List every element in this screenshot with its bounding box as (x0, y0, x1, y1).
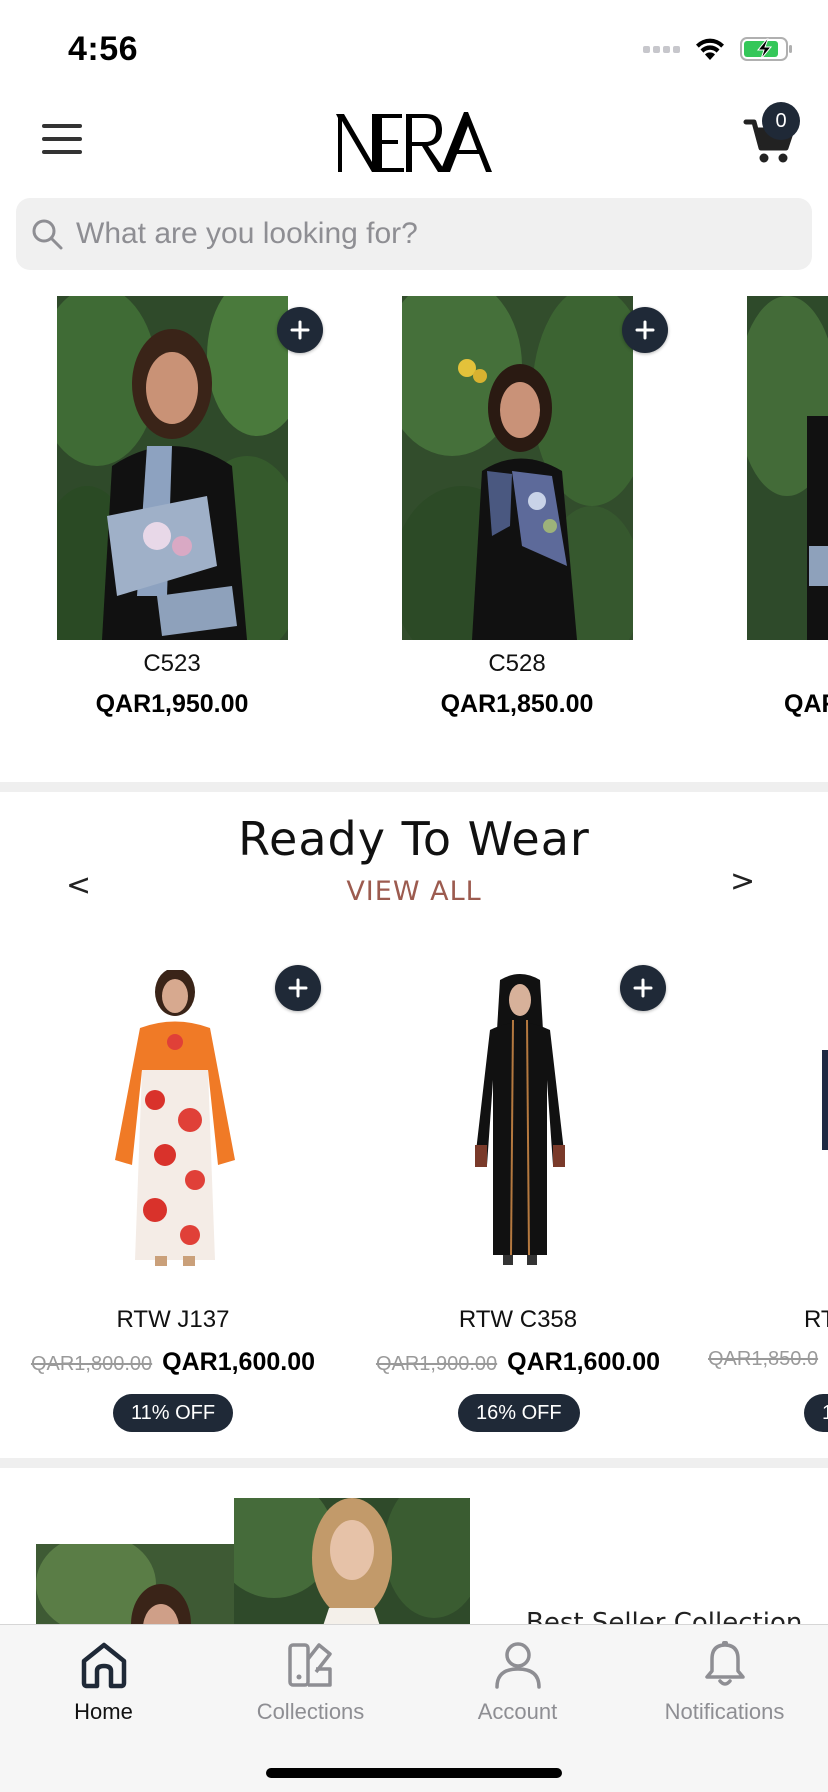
product-card[interactable]: C523 QAR1,950.00 (22, 292, 323, 732)
tab-label: Home (74, 1699, 133, 1724)
sale-price: QAR1,600.00 (507, 1348, 661, 1376)
bell-icon (704, 1641, 745, 1686)
add-to-cart-button[interactable] (622, 307, 668, 353)
best-seller-title: Best Seller Collection (526, 1608, 803, 1624)
hamburger-icon (42, 124, 82, 128)
plus-icon (290, 320, 310, 340)
product-card[interactable]: RTW J137 QAR1,800.00 QAR1,600.00 11% OFF (0, 950, 346, 1440)
tab-account[interactable]: Account (414, 1639, 621, 1725)
add-to-cart-button[interactable] (620, 965, 666, 1011)
battery-charging-icon (740, 37, 792, 61)
tab-notifications[interactable]: Notifications (621, 1639, 828, 1725)
product-card[interactable]: C528 QAR1,850.00 (367, 292, 668, 732)
section-divider (0, 1458, 828, 1468)
plus-icon (635, 320, 655, 340)
original-price: QAR1,800.00 (30, 1353, 153, 1375)
section-divider (0, 782, 828, 792)
search-bar[interactable] (16, 198, 812, 270)
tab-label: Account (477, 1699, 558, 1724)
product-name: C528 (488, 650, 546, 677)
view-all-link[interactable]: VIEW ALL (314, 876, 514, 907)
tab-collections[interactable]: Collections (207, 1639, 414, 1725)
hamburger-menu-button[interactable] (42, 124, 82, 154)
status-bar: 4:56 (0, 0, 828, 92)
product-image[interactable] (747, 296, 828, 640)
price-line: QAR1,900.00 QAR1,600.00 (345, 1348, 691, 1377)
nera-logo (336, 112, 492, 172)
search-input[interactable] (76, 217, 812, 251)
signal-dots-icon (643, 45, 680, 53)
status-time: 4:56 (68, 30, 139, 68)
next-arrow-button[interactable]: > (730, 864, 755, 899)
product-price: QAR1,850.00 (440, 690, 594, 718)
product-card[interactable]: RTW C358 QAR1,900.00 QAR1,600.00 16% OFF (345, 950, 691, 1440)
product-card[interactable]: QAR (712, 292, 828, 732)
product-name: RTW J137 (116, 1306, 230, 1333)
product-name: RTW C358 (458, 1306, 578, 1333)
add-to-cart-button[interactable] (275, 965, 321, 1011)
product-name: C523 (143, 650, 201, 677)
section-title: Ready To Wear (238, 812, 590, 866)
product-image[interactable] (455, 970, 585, 1270)
status-icons (643, 34, 794, 64)
tab-home[interactable]: Home (0, 1639, 207, 1725)
product-card[interactable]: RT QAR1,850.0 1 (690, 950, 828, 1440)
product-name: RT (804, 1306, 828, 1333)
product-image[interactable] (402, 296, 633, 640)
original-price: QAR1,850.0 (708, 1348, 819, 1370)
bottom-tab-bar: Home Collections Account Notifications (0, 1624, 828, 1792)
price-line: QAR1,850.0 (708, 1348, 818, 1371)
product-image[interactable] (820, 1050, 828, 1150)
discount-badge: 11% OFF (113, 1394, 234, 1432)
tab-label: Collections (256, 1699, 365, 1724)
tab-label: Notifications (664, 1699, 785, 1724)
product-price: QAR (784, 690, 828, 718)
plus-icon (288, 978, 308, 998)
collections-icon (287, 1643, 332, 1687)
wifi-icon (696, 38, 724, 60)
home-icon (81, 1642, 126, 1689)
sale-price: QAR1,600.00 (162, 1348, 316, 1376)
prev-arrow-button[interactable]: < (66, 868, 91, 903)
best-seller-image[interactable] (36, 1544, 256, 1624)
product-image[interactable] (100, 970, 250, 1270)
home-indicator (266, 1768, 562, 1778)
best-seller-image[interactable] (234, 1498, 470, 1624)
cart-count-badge: 0 (762, 102, 800, 140)
best-seller-section: Best Seller Collection (0, 1468, 828, 1624)
price-line: QAR1,800.00 QAR1,600.00 (0, 1348, 346, 1377)
featured-products-row: C523 QAR1,950.00 C528 QAR1,850.00 QA (0, 292, 828, 732)
discount-badge: 16% OFF (458, 1394, 580, 1432)
app-header: 0 (0, 92, 828, 192)
account-icon (494, 1642, 541, 1689)
ready-to-wear-row: RTW J137 QAR1,800.00 QAR1,600.00 11% OFF (0, 950, 828, 1440)
original-price: QAR1,900.00 (375, 1353, 498, 1375)
product-price: QAR1,950.00 (95, 690, 249, 718)
product-image[interactable] (57, 296, 288, 640)
discount-badge: 1 (804, 1394, 828, 1432)
plus-icon (633, 978, 653, 998)
add-to-cart-button[interactable] (277, 307, 323, 353)
search-icon (32, 219, 63, 250)
